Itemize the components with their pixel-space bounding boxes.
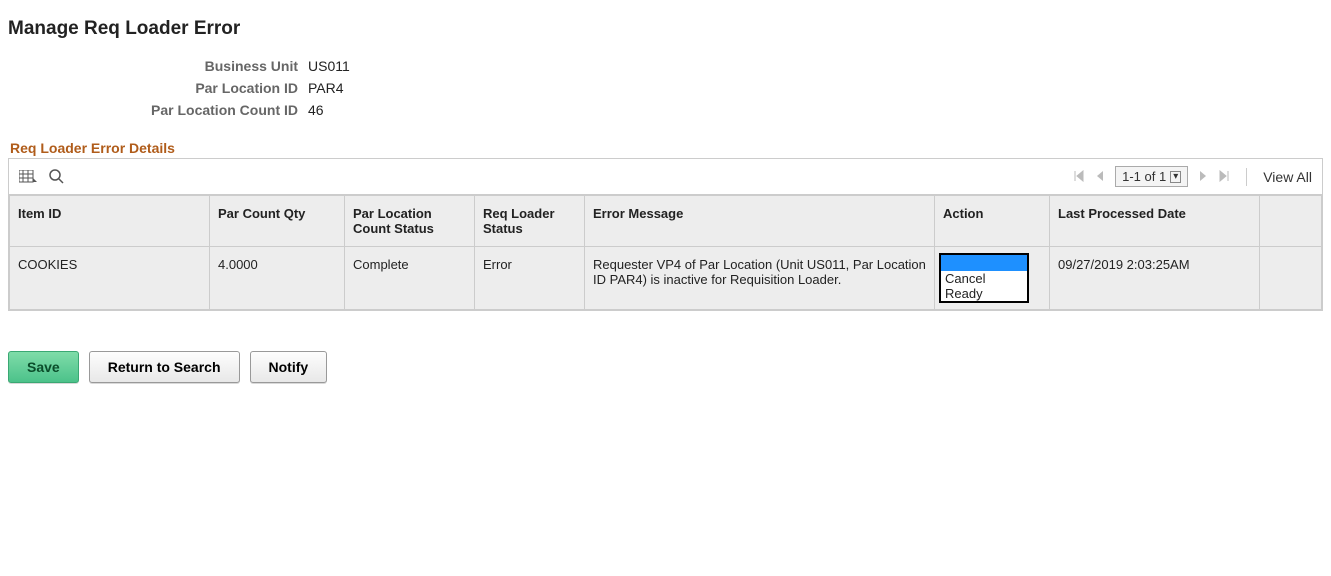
action-option-cancel[interactable]: Cancel — [941, 271, 1027, 286]
cell-par-count-qty: 4.0000 — [210, 247, 345, 310]
cell-last-processed: 09/27/2019 2:03:25AM — [1050, 247, 1260, 310]
cell-error-message: Requester VP4 of Par Location (Unit US01… — [585, 247, 935, 310]
notify-button[interactable]: Notify — [250, 351, 328, 383]
page-range-dropdown[interactable]: 1-1 of 1 ▾ — [1115, 166, 1188, 187]
business-unit-label: Business Unit — [8, 58, 308, 74]
action-dropdown[interactable]: Cancel Ready — [939, 253, 1029, 303]
chevron-down-icon: ▾ — [1170, 171, 1181, 183]
col-req-loader-status[interactable]: Req Loader Status — [475, 196, 585, 247]
section-title: Req Loader Error Details — [10, 140, 1323, 156]
col-par-loc-status[interactable]: Par Location Count Status — [345, 196, 475, 247]
cell-spacer — [1260, 247, 1322, 310]
action-option-ready[interactable]: Ready — [941, 286, 1027, 301]
cell-par-loc-status: Complete — [345, 247, 475, 310]
toolbar-right: 1-1 of 1 ▾ View All — [1073, 166, 1312, 187]
col-last-processed[interactable]: Last Processed Date — [1050, 196, 1260, 247]
return-to-search-button[interactable]: Return to Search — [89, 351, 240, 383]
col-par-count-qty[interactable]: Par Count Qty — [210, 196, 345, 247]
col-action[interactable]: Action — [935, 196, 1050, 247]
save-button[interactable]: Save — [8, 351, 79, 383]
col-spacer — [1260, 196, 1322, 247]
page-title: Manage Req Loader Error — [8, 18, 1323, 40]
last-page-icon[interactable] — [1218, 169, 1230, 185]
view-all-link[interactable]: View All — [1263, 169, 1312, 185]
action-option-blank[interactable] — [941, 255, 1027, 271]
prev-page-icon[interactable] — [1095, 169, 1105, 185]
grid-toolbar: 1-1 of 1 ▾ View All — [9, 159, 1322, 195]
meta-row-par-location-count-id: Par Location Count ID 46 — [8, 102, 1323, 118]
table-row: COOKIES 4.0000 Complete Error Requester … — [10, 247, 1322, 310]
meta-row-business-unit: Business Unit US011 — [8, 58, 1323, 74]
cell-req-loader-status: Error — [475, 247, 585, 310]
grid-container: 1-1 of 1 ▾ View All Item ID Par Count Qt… — [8, 158, 1323, 311]
col-item-id[interactable]: Item ID — [10, 196, 210, 247]
toolbar-divider — [1246, 168, 1247, 186]
par-location-id-value: PAR4 — [308, 80, 344, 96]
grid-header-row: Item ID Par Count Qty Par Location Count… — [10, 196, 1322, 247]
grid-settings-icon[interactable] — [19, 170, 37, 184]
next-page-icon[interactable] — [1198, 169, 1208, 185]
par-location-count-id-label: Par Location Count ID — [8, 102, 308, 118]
cell-item-id: COOKIES — [10, 247, 210, 310]
error-grid: Item ID Par Count Qty Par Location Count… — [9, 195, 1322, 310]
par-location-id-label: Par Location ID — [8, 80, 308, 96]
search-icon[interactable] — [49, 169, 64, 184]
toolbar-left — [19, 169, 64, 184]
button-row: Save Return to Search Notify — [8, 351, 1323, 383]
meta-block: Business Unit US011 Par Location ID PAR4… — [8, 58, 1323, 118]
cell-action: Cancel Ready — [935, 247, 1050, 310]
col-error-message[interactable]: Error Message — [585, 196, 935, 247]
first-page-icon[interactable] — [1073, 169, 1085, 185]
page-range-text: 1-1 of 1 — [1122, 169, 1166, 184]
par-location-count-id-value: 46 — [308, 102, 324, 118]
meta-row-par-location-id: Par Location ID PAR4 — [8, 80, 1323, 96]
business-unit-value: US011 — [308, 58, 350, 74]
